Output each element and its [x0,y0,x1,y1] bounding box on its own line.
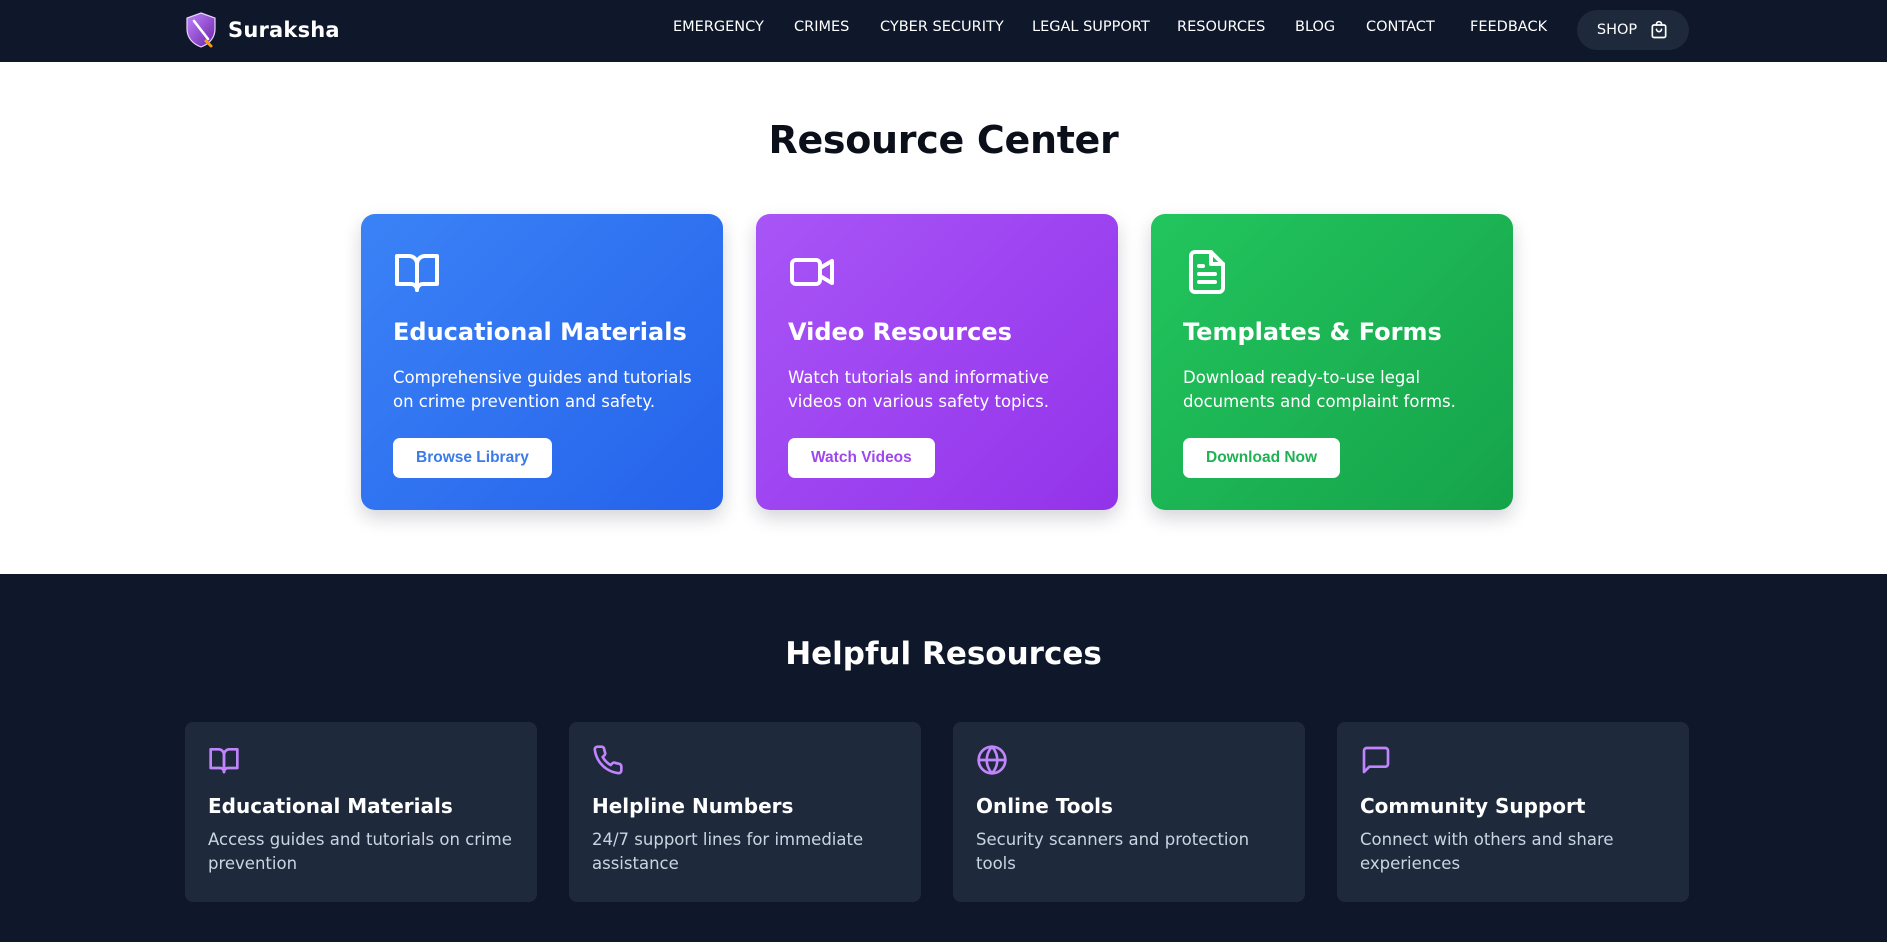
resource-card-title: Educational Materials [393,318,687,346]
helpful-card-title: Educational Materials [208,794,453,818]
helpful-card-description: 24/7 support lines for immediate assista… [592,830,864,873]
resource-center-title: Resource Center [768,118,1119,162]
resource-card-description: Comprehensive guides and tutorials on cr… [393,368,692,411]
shop-button[interactable]: SHOP [1577,10,1689,50]
nav-item-resources[interactable]: RESOURCES [1177,19,1265,35]
helpful-card-title: Helpline Numbers [592,794,794,818]
resource-card-video: Video Resources Watch tutorials and info… [756,214,1118,510]
message-square-icon [1362,746,1390,774]
resource-card-templates: Templates & Forms Download ready-to-use … [1151,214,1513,510]
video-icon [790,258,834,286]
shop-label: SHOP [1596,22,1638,38]
watch-videos-button[interactable]: Watch Videos [788,438,935,478]
resource-card-title: Video Resources [788,318,1012,346]
nav-item-feedback[interactable]: FEEDBACK [1470,19,1547,35]
helpful-card-description: Connect with others and share experience… [1360,830,1614,873]
nav-item-crimes[interactable]: CRIMES [794,19,849,35]
helpful-resources-section: Helpful Resources Educational Materials … [0,574,1887,942]
nav-item-legal-support[interactable]: LEGAL SUPPORT [1032,19,1150,35]
helpful-card-community[interactable]: Community Support Connect with others an… [1337,722,1689,902]
resource-card-title: Templates & Forms [1183,318,1442,346]
helpful-card-title: Community Support [1360,794,1586,818]
helpful-card-helpline[interactable]: Helpline Numbers 24/7 support lines for … [569,722,921,902]
book-open-icon [395,254,439,292]
resource-card-description: Download ready-to-use legal documents an… [1183,368,1456,411]
book-open-icon [209,748,239,774]
download-now-button[interactable]: Download Now [1183,438,1341,478]
helpful-card-online-tools[interactable]: Online Tools Security scanners and prote… [953,722,1305,902]
helpful-card-educational[interactable]: Educational Materials Access guides and … [185,722,537,902]
globe-icon [977,745,1007,775]
helpful-card-description: Access guides and tutorials on crime pre… [208,830,512,873]
helpful-card-description: Security scanners and protection tools [976,830,1250,873]
shopping-bag-icon [1651,20,1667,39]
resource-card-description: Watch tutorials and informative videos o… [788,368,1050,411]
resource-card-educational: Educational Materials Comprehensive guid… [361,214,723,510]
helpful-resources-title: Helpful Resources [785,636,1102,672]
nav-item-blog[interactable]: BLOG [1295,19,1335,35]
nav-item-contact[interactable]: CONTACT [1366,19,1435,35]
file-text-icon [1189,250,1225,294]
phone-icon [593,745,623,775]
nav-item-emergency[interactable]: EMERGENCY [673,19,764,35]
nav-item-cyber-security[interactable]: CYBER SECURITY [880,19,1004,35]
browse-library-button[interactable]: Browse Library [393,438,552,478]
top-navbar: Suraksha EMERGENCY CRIMES CYBER SECURITY… [0,0,1887,62]
helpful-card-title: Online Tools [976,794,1113,818]
